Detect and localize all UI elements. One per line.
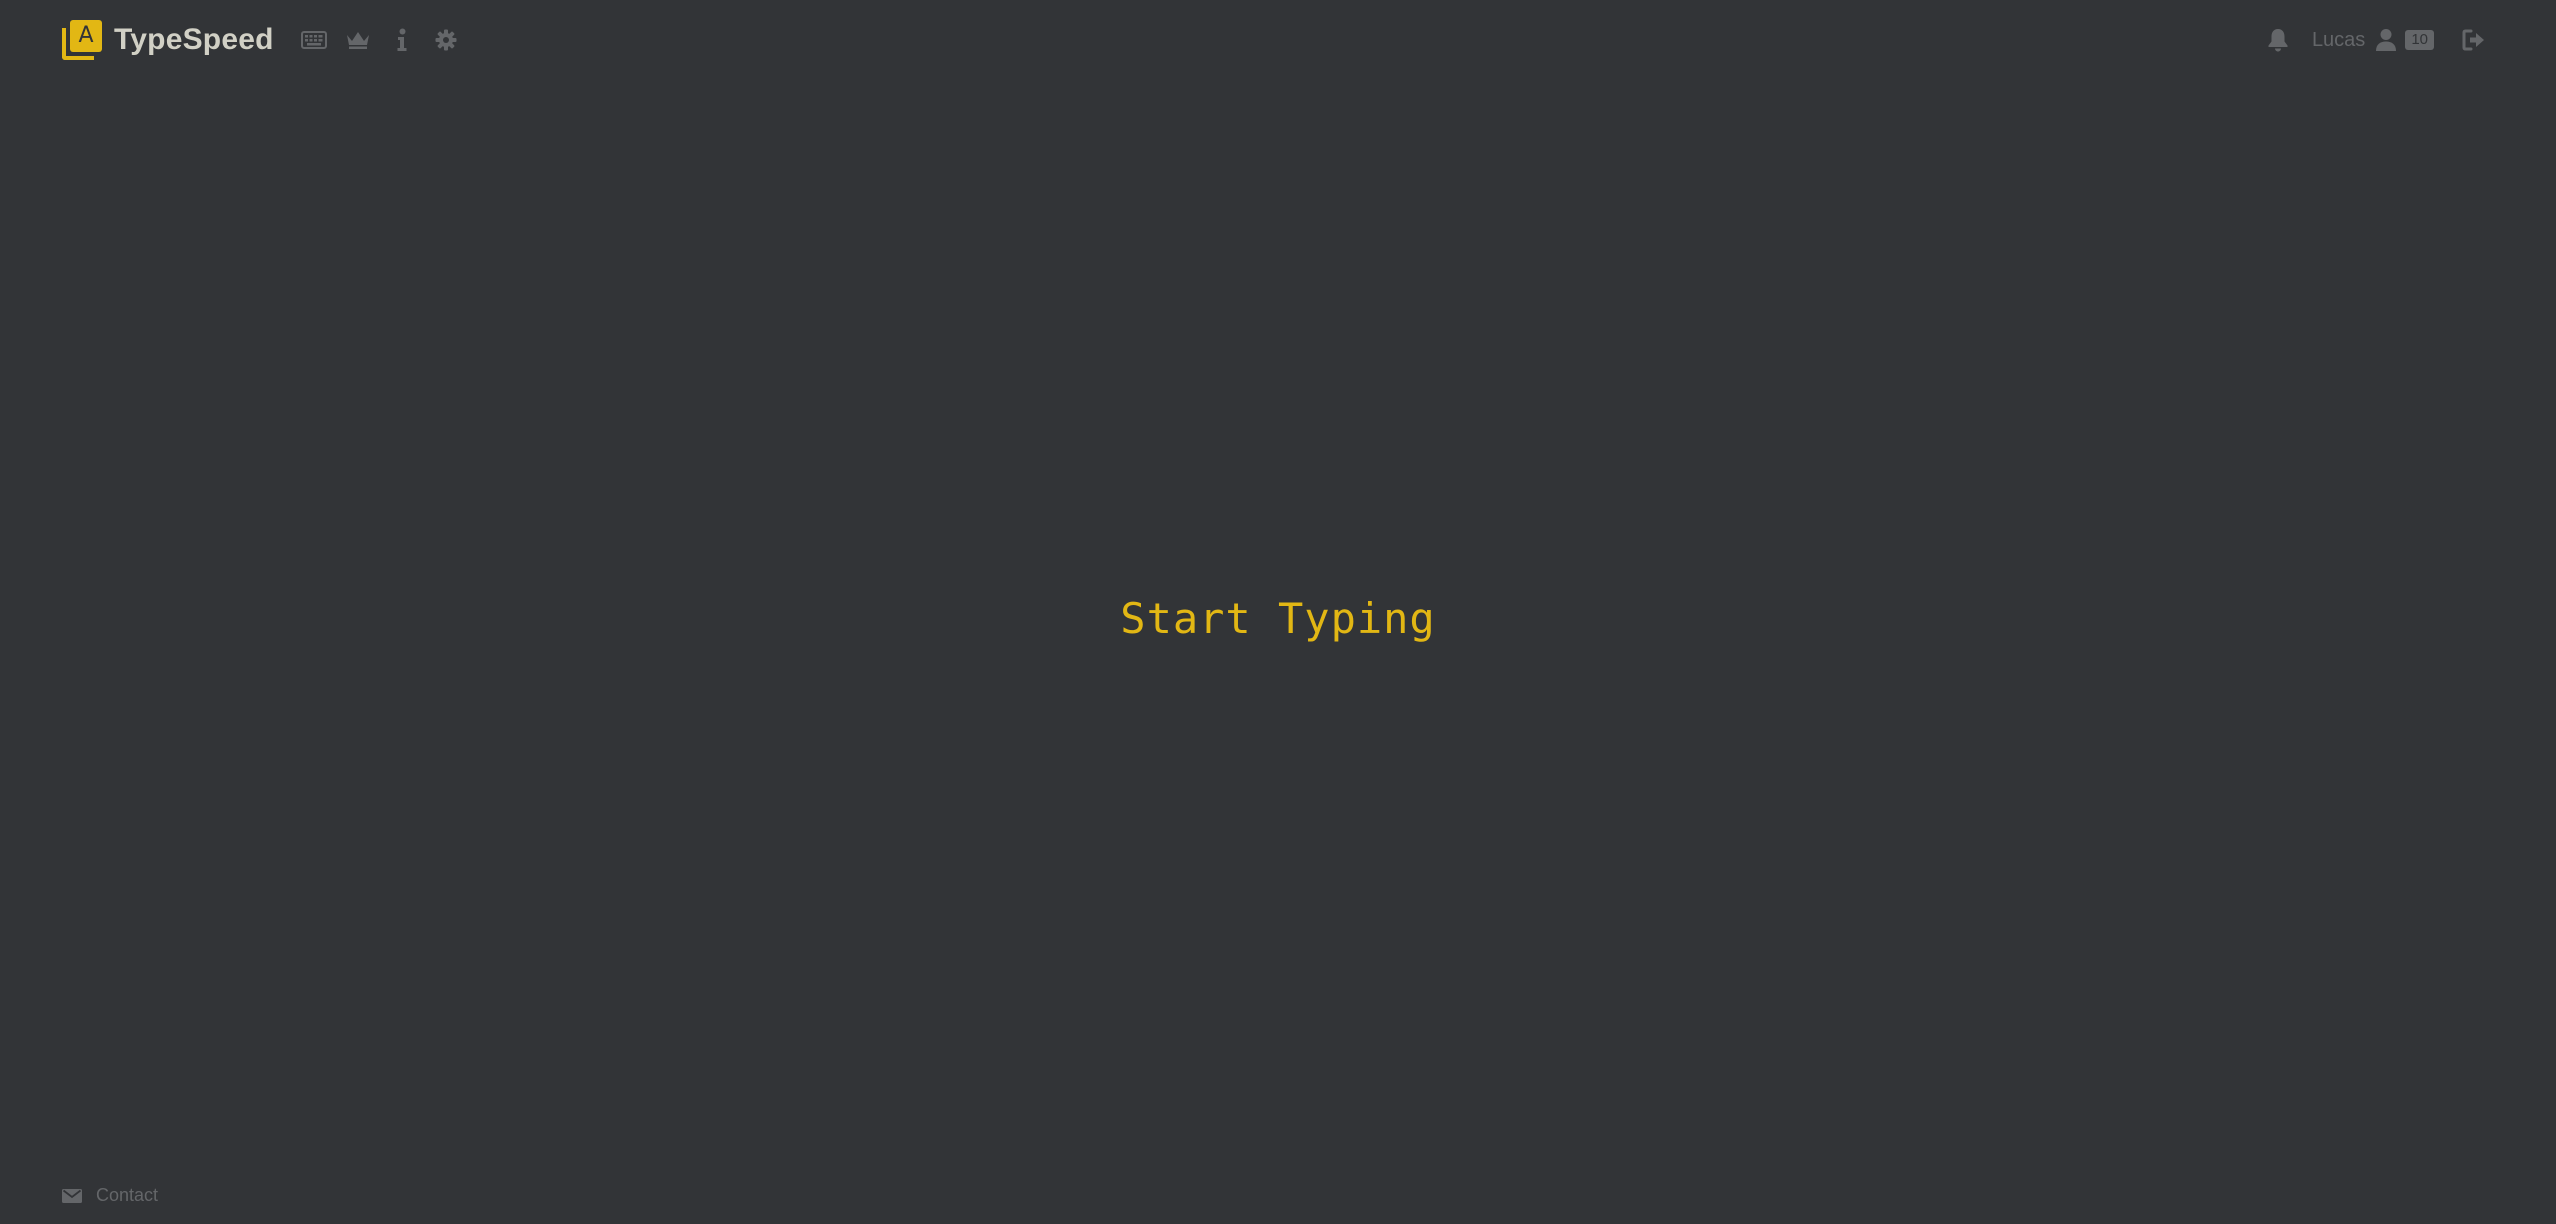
gear-icon — [435, 29, 457, 51]
username-link[interactable]: Lucas — [2312, 29, 2365, 52]
nav-leaderboard-button[interactable] — [336, 18, 380, 62]
contact-label: Contact — [96, 1185, 159, 1205]
top-bar: A TypeSpeed Lucas 10 — [62, 18, 2496, 62]
keyboard-icon — [300, 31, 327, 49]
info-icon — [397, 28, 407, 51]
user-icon[interactable] — [2375, 28, 2397, 52]
notifications-button[interactable] — [2256, 18, 2300, 62]
contact-link[interactable]: Contact — [62, 1185, 158, 1206]
sign-out-icon — [2462, 29, 2484, 51]
top-bar-left: A TypeSpeed — [62, 18, 468, 62]
logout-button[interactable] — [2452, 18, 2496, 62]
bell-icon — [2268, 29, 2288, 52]
app-title: TypeSpeed — [114, 23, 274, 56]
logo[interactable]: A TypeSpeed — [62, 20, 274, 60]
nav-test-button[interactable] — [292, 18, 336, 62]
top-bar-right: Lucas 10 — [2256, 18, 2496, 62]
nav-about-button[interactable] — [380, 18, 424, 62]
logo-mark-letter: A — [70, 20, 102, 52]
main-nav — [292, 18, 468, 62]
envelope-icon — [62, 1188, 82, 1203]
crown-icon — [346, 32, 369, 49]
level-badge[interactable]: 10 — [2405, 30, 2434, 50]
page: A TypeSpeed Lucas 10 Start Typing Contac… — [0, 0, 2556, 1224]
nav-settings-button[interactable] — [424, 18, 468, 62]
logo-mark: A — [62, 20, 102, 60]
start-typing-prompt: Start Typing — [1120, 594, 1436, 643]
